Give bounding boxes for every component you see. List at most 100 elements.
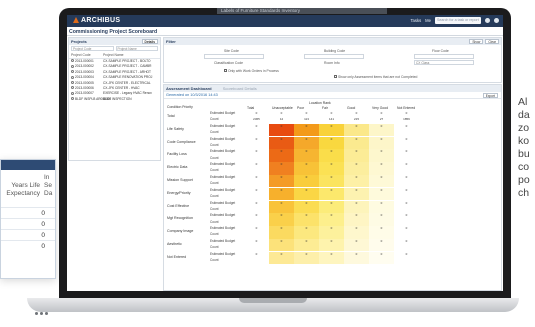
user-icon[interactable] — [494, 18, 499, 23]
heatmap-cell[interactable] — [369, 168, 394, 175]
heatmap-cell[interactable] — [369, 245, 394, 252]
heatmap-cell[interactable] — [269, 219, 294, 226]
heatmap-cell[interactable] — [319, 245, 344, 252]
heatmap-cell[interactable] — [394, 181, 419, 188]
heatmap-cell[interactable] — [244, 142, 269, 149]
heatmap-cell[interactable] — [344, 232, 369, 239]
heatmap-cell[interactable] — [344, 130, 369, 137]
heatmap-cell[interactable] — [294, 155, 319, 162]
heatmap-cell[interactable] — [344, 245, 369, 252]
heatmap-cell[interactable] — [244, 155, 269, 162]
project-radio[interactable] — [71, 64, 74, 68]
project-row[interactable]: BLDF INSPLB AR000001 BLDF INSPECTION — [69, 97, 160, 102]
heatmap-cell[interactable] — [369, 181, 394, 188]
heatmap-cell[interactable] — [319, 181, 344, 188]
heatmap-cell[interactable] — [319, 194, 344, 201]
heatmap-cell[interactable] — [344, 258, 369, 265]
heatmap-cell[interactable] — [344, 194, 369, 201]
heatmap-cell[interactable]: 113 — [294, 117, 319, 124]
details-button[interactable]: Details — [141, 39, 158, 44]
heatmap-cell[interactable] — [394, 155, 419, 162]
heatmap-cell[interactable]: 27 — [369, 117, 394, 124]
heatmap-cell[interactable] — [244, 194, 269, 201]
not-completed-checkbox[interactable] — [334, 75, 337, 79]
heatmap-cell[interactable]: 215 — [344, 117, 369, 124]
heatmap-cell[interactable] — [344, 219, 369, 226]
heatmap-cell[interactable] — [369, 155, 394, 162]
heatmap-cell[interactable]: 12 — [269, 117, 294, 124]
project-radio[interactable] — [71, 80, 74, 84]
heatmap-cell[interactable] — [294, 245, 319, 252]
heatmap-cell[interactable] — [369, 194, 394, 201]
heatmap-cell[interactable] — [319, 232, 344, 239]
heatmap-cell[interactable] — [344, 181, 369, 188]
heatmap-cell[interactable] — [269, 245, 294, 252]
heatmap-cell[interactable] — [394, 194, 419, 201]
heatmap-cell[interactable] — [244, 232, 269, 239]
heatmap-cell[interactable] — [394, 168, 419, 175]
heatmap-cell[interactable] — [319, 142, 344, 149]
heatmap-cell[interactable] — [294, 130, 319, 137]
heatmap-cell[interactable] — [319, 219, 344, 226]
heatmap-cell[interactable] — [294, 142, 319, 149]
project-radio[interactable] — [71, 70, 74, 74]
heatmap-cell[interactable] — [394, 142, 419, 149]
heatmap-cell[interactable] — [294, 258, 319, 265]
not-completed-checkbox-row[interactable]: Show only Assessment items that are not … — [334, 75, 417, 79]
heatmap-cell[interactable] — [344, 155, 369, 162]
heatmap-cell[interactable] — [269, 194, 294, 201]
heatmap-cell[interactable] — [269, 168, 294, 175]
heatmap-cell[interactable] — [369, 232, 394, 239]
heatmap-cell[interactable]: 2365 — [244, 117, 269, 124]
heatmap-cell[interactable] — [394, 245, 419, 252]
tab-scoreboard-details[interactable]: Scoreboard Details — [223, 86, 257, 91]
heatmap-cell[interactable] — [294, 232, 319, 239]
heatmap-cell[interactable] — [244, 245, 269, 252]
clear-button[interactable]: Clear — [485, 39, 499, 44]
tab-assessment-dashboard[interactable]: Assessment Dashboard — [166, 86, 212, 91]
site-code-input[interactable] — [204, 54, 264, 59]
heatmap-cell[interactable] — [319, 258, 344, 265]
show-button[interactable]: Show — [469, 39, 484, 44]
heatmap-cell[interactable]: 141 — [319, 117, 344, 124]
heatmap-cell[interactable] — [394, 130, 419, 137]
project-radio[interactable] — [71, 97, 74, 101]
project-radio[interactable] — [71, 86, 74, 90]
heatmap-cell[interactable] — [344, 168, 369, 175]
heatmap-cell[interactable] — [269, 130, 294, 137]
task-search-input[interactable]: Search for a task or report — [435, 17, 481, 24]
heatmap-cell[interactable] — [394, 206, 419, 213]
heatmap-cell[interactable] — [319, 130, 344, 137]
heatmap-cell[interactable] — [294, 181, 319, 188]
heatmap-cell[interactable] — [294, 219, 319, 226]
heatmap-cell[interactable] — [319, 155, 344, 162]
work-orders-checkbox[interactable] — [224, 69, 227, 73]
heatmap-cell[interactable]: 1859 — [394, 117, 419, 124]
heatmap-cell[interactable] — [369, 130, 394, 137]
heatmap-cell[interactable] — [319, 168, 344, 175]
heatmap-cell[interactable] — [269, 206, 294, 213]
export-button[interactable]: Export — [482, 93, 498, 98]
heatmap-cell[interactable] — [369, 258, 394, 265]
heatmap-cell[interactable] — [244, 206, 269, 213]
cx-class-input[interactable]: CX Class — [414, 60, 474, 65]
heatmap-cell[interactable] — [244, 258, 269, 265]
heatmap-cell[interactable] — [394, 258, 419, 265]
heatmap-cell[interactable] — [394, 232, 419, 239]
heatmap-cell[interactable] — [244, 130, 269, 137]
project-radio[interactable] — [71, 59, 74, 63]
floor-code-input[interactable] — [414, 54, 474, 59]
building-code-input[interactable] — [304, 54, 364, 59]
work-orders-checkbox-row[interactable]: Only with Work Orders in Process — [224, 69, 279, 73]
help-icon[interactable] — [485, 18, 490, 23]
heatmap-cell[interactable] — [369, 142, 394, 149]
project-radio[interactable] — [71, 91, 74, 95]
heatmap-cell[interactable] — [244, 219, 269, 226]
project-radio[interactable] — [71, 75, 74, 79]
heatmap-cell[interactable] — [244, 181, 269, 188]
heatmap-cell[interactable] — [269, 258, 294, 265]
heatmap-cell[interactable] — [344, 206, 369, 213]
heatmap-cell[interactable] — [369, 219, 394, 226]
heatmap-cell[interactable] — [294, 168, 319, 175]
me-menu[interactable]: Me — [425, 18, 431, 23]
